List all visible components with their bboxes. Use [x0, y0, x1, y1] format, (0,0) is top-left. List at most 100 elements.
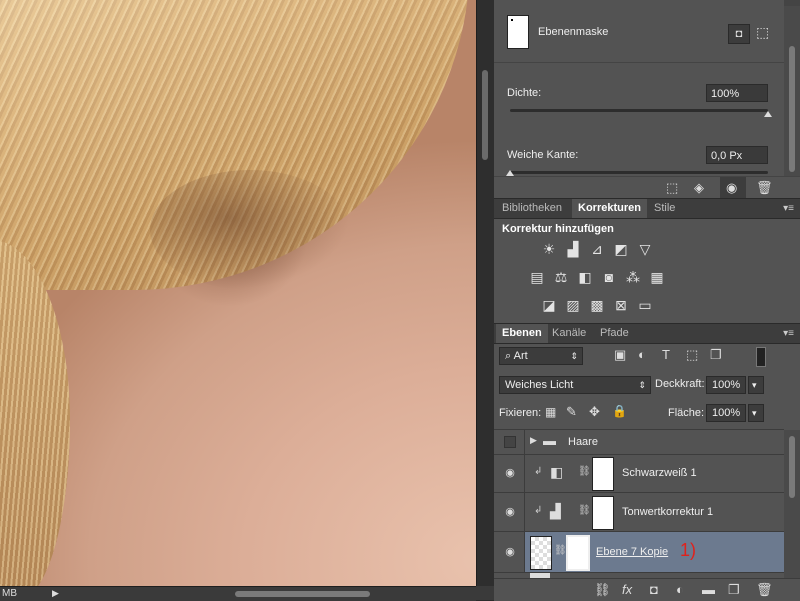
trash-icon[interactable]: 🗑	[756, 582, 773, 598]
hairline-shadow-region	[150, 170, 350, 290]
selection-icon[interactable]: ⬚	[666, 180, 678, 196]
filter-pixel-icon[interactable]: ▣	[614, 347, 626, 363]
lock-move-icon[interactable]: ✥	[589, 404, 600, 420]
layers-scrollbar[interactable]	[784, 430, 800, 600]
layer-row-levels[interactable]: ◉ ↲ ▟ ⛓ Tonwertkorrektur 1	[494, 493, 784, 532]
panel-menu-icon[interactable]: ▾≡	[783, 199, 794, 218]
apply-mask-icon[interactable]: ◈	[694, 180, 704, 196]
black-white-icon[interactable]: ◧	[576, 269, 594, 285]
visibility-toggle[interactable]	[494, 430, 525, 454]
eye-icon: ◉	[505, 467, 515, 479]
density-slider-track[interactable]	[510, 109, 768, 112]
threshold-icon[interactable]: ▩	[588, 297, 606, 313]
layer-filter-value: Art	[513, 350, 528, 362]
fill-field[interactable]: 100%	[706, 404, 746, 422]
link-icon[interactable]: ⛓	[594, 582, 611, 598]
horizontal-scroll-thumb[interactable]	[235, 591, 370, 597]
expand-arrow-icon[interactable]: ▶	[530, 435, 537, 446]
density-field[interactable]: 100%	[706, 84, 768, 102]
exposure-icon[interactable]: ◩	[612, 241, 630, 257]
visibility-button[interactable]: ◉	[720, 177, 746, 199]
gradient-triangle-icon[interactable]: ▽	[636, 241, 654, 257]
tab-adjustments[interactable]: Korrekturen	[572, 199, 647, 218]
layer-name-bw[interactable]: Schwarzweiß 1	[622, 467, 697, 479]
filter-adjustment-icon[interactable]: ◐	[638, 347, 646, 362]
vertical-scroll-thumb[interactable]	[482, 70, 488, 160]
filter-type-icon[interactable]: T	[662, 347, 670, 362]
layer-name-selected[interactable]: Ebene 7 Kopie	[596, 546, 668, 558]
density-slider-knob[interactable]	[764, 111, 772, 117]
properties-scrollbar[interactable]	[784, 6, 800, 176]
posterize-icon[interactable]: ▨	[564, 297, 582, 313]
clip-arrow-icon: ↲	[534, 466, 543, 477]
lock-label: Fixieren:	[499, 407, 542, 419]
chain-icon[interactable]: ⛓	[578, 505, 591, 516]
opacity-dropdown-icon[interactable]: ▾	[748, 376, 764, 394]
channel-mixer-icon[interactable]: ⁂	[624, 269, 642, 285]
visibility-toggle[interactable]: ◉	[494, 454, 525, 492]
chain-icon[interactable]: ⛓	[554, 545, 567, 556]
feather-field[interactable]: 0,0 Px	[706, 146, 768, 164]
pixel-mask-button[interactable]: ◘	[728, 24, 750, 44]
blend-mode-select[interactable]: Weiches Licht ⇕	[499, 376, 651, 394]
filter-toggle[interactable]	[756, 347, 766, 367]
mask-thumbnail[interactable]	[592, 496, 614, 530]
tab-libraries[interactable]: Bibliotheken	[496, 199, 568, 218]
gradient-map-icon[interactable]: ▭	[636, 297, 654, 313]
lock-brush-icon[interactable]: ✎	[566, 404, 577, 420]
document-canvas[interactable]	[0, 0, 476, 586]
fx-icon[interactable]: fx	[622, 582, 632, 597]
layer-name-levels[interactable]: Tonwertkorrektur 1	[622, 506, 713, 518]
trash-icon[interactable]: 🗑	[756, 180, 773, 196]
tab-styles[interactable]: Stile	[648, 199, 681, 218]
chain-icon[interactable]: ⛓	[578, 466, 591, 477]
lock-all-icon[interactable]: 🔒	[612, 404, 627, 418]
color-lookup-icon[interactable]: ▦	[648, 269, 666, 285]
mask-title: Ebenenmaske	[538, 26, 609, 38]
density-label: Dichte:	[507, 87, 542, 99]
mask-icon[interactable]: ◘	[650, 582, 658, 597]
folder-icon[interactable]: ▬	[702, 582, 715, 597]
mask-thumbnail-selected[interactable]	[566, 535, 590, 571]
scroll-corner	[476, 586, 494, 600]
layer-row-selected[interactable]: ◉ ⛓ Ebene 7 Kopie 1)	[494, 532, 784, 573]
search-icon: ⌕	[505, 350, 512, 362]
clip-arrow-icon: ↲	[534, 505, 543, 516]
layers-menu-icon[interactable]: ▾≡	[783, 324, 794, 343]
curves-icon[interactable]: ⊿	[588, 241, 606, 257]
vertical-scrollbar[interactable]	[476, 0, 495, 586]
layer-row-bw[interactable]: ◉ ↲ ◧ ⛓ Schwarzweiß 1	[494, 454, 784, 493]
layer-name-group[interactable]: Haare	[568, 436, 598, 448]
layer-filter-select[interactable]: ⌕ Art ⇕	[499, 347, 583, 365]
horizontal-scrollbar[interactable]: MB ▶	[0, 586, 476, 601]
filter-shape-icon[interactable]: ⬚	[686, 347, 698, 363]
status-menu-arrow-icon[interactable]: ▶	[52, 588, 59, 599]
feather-slider-track[interactable]	[510, 171, 768, 174]
new-layer-icon[interactable]: ❐	[728, 582, 740, 598]
brightness-contrast-icon[interactable]: ☀	[540, 241, 558, 257]
selective-color-icon[interactable]: ⊠	[612, 297, 630, 313]
tab-channels[interactable]: Kanäle	[546, 324, 592, 343]
levels-adjust-icon: ▟	[550, 503, 561, 519]
lock-transparency-icon[interactable]: ▦	[545, 405, 556, 419]
invert-icon[interactable]: ◪	[540, 297, 558, 313]
photo-filter-icon[interactable]: ◙	[600, 269, 618, 285]
layer-thumbnail[interactable]	[530, 536, 552, 570]
visibility-toggle[interactable]: ◉	[494, 493, 525, 531]
updown-icon: ⇕	[570, 351, 578, 361]
properties-scroll-thumb[interactable]	[789, 46, 795, 172]
adjustment-icon[interactable]: ◐	[676, 582, 684, 597]
opacity-field[interactable]: 100%	[706, 376, 746, 394]
levels-icon[interactable]: ▟	[564, 241, 582, 257]
vector-mask-icon[interactable]: ⬚	[756, 24, 769, 41]
layer-row-group[interactable]: ▶ ▬ Haare	[494, 429, 784, 455]
vibrance-icon[interactable]: ▤	[528, 269, 546, 285]
tab-paths[interactable]: Pfade	[594, 324, 635, 343]
color-balance-icon[interactable]: ⚖	[552, 269, 570, 285]
fill-dropdown-icon[interactable]: ▾	[748, 404, 764, 422]
visibility-toggle[interactable]: ◉	[494, 532, 525, 572]
tab-layers[interactable]: Ebenen	[496, 324, 548, 343]
layers-scroll-thumb[interactable]	[789, 436, 795, 498]
filter-smart-icon[interactable]: ❐	[710, 347, 722, 363]
mask-thumbnail[interactable]	[592, 457, 614, 491]
